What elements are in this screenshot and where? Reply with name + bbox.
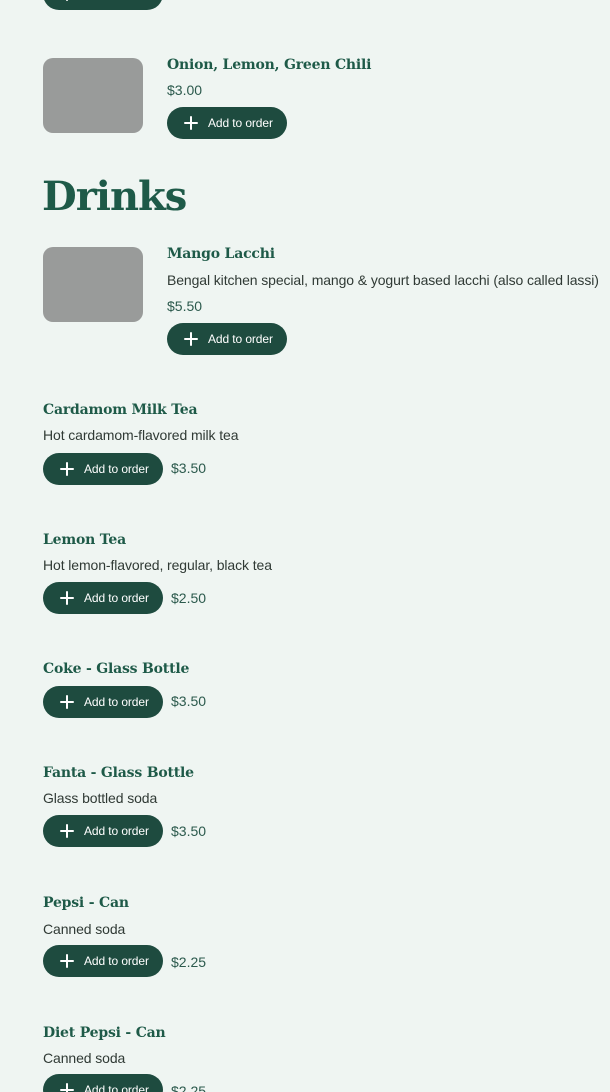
add-to-order-button[interactable]: Add to order bbox=[43, 945, 163, 977]
item-price: $3.50 bbox=[171, 823, 207, 839]
add-to-order-label: Add to order bbox=[84, 462, 149, 476]
item-description: Bengal kitchen special, mango & yogurt b… bbox=[167, 272, 599, 288]
item-price: $5.50 bbox=[167, 298, 203, 314]
add-to-order-button[interactable]: Add to order bbox=[43, 815, 163, 847]
plus-icon bbox=[60, 462, 74, 476]
add-to-order-label: Add to order bbox=[84, 954, 149, 968]
add-to-order-button[interactable]: Add to order bbox=[43, 453, 163, 485]
add-to-order-label: Add to order bbox=[84, 0, 149, 1]
add-to-order-button[interactable]: Add to order bbox=[167, 323, 287, 355]
item-description: Hot cardamom-flavored milk tea bbox=[43, 427, 239, 443]
item-name: Fanta - Glass Bottle bbox=[43, 765, 194, 781]
item-thumbnail bbox=[43, 247, 143, 322]
item-description: Canned soda bbox=[43, 921, 126, 937]
add-to-order-label: Add to order bbox=[208, 332, 273, 346]
add-to-order-button[interactable]: Add to order bbox=[167, 107, 287, 139]
section-title-drinks: Drinks bbox=[42, 173, 187, 220]
item-price: $3.50 bbox=[171, 693, 207, 709]
plus-icon bbox=[60, 695, 74, 709]
plus-icon bbox=[60, 824, 74, 838]
plus-icon bbox=[60, 0, 74, 1]
add-to-order-label: Add to order bbox=[84, 591, 149, 605]
item-name: Onion, Lemon, Green Chili bbox=[167, 57, 372, 73]
item-thumbnail bbox=[43, 58, 143, 133]
item-name: Pepsi - Can bbox=[43, 895, 129, 911]
item-name: Cardamom Milk Tea bbox=[43, 402, 198, 418]
item-price: $3.00 bbox=[167, 82, 203, 98]
add-to-order-label: Add to order bbox=[84, 824, 149, 838]
item-name: Diet Pepsi - Can bbox=[43, 1025, 166, 1041]
add-to-order-button[interactable]: Add to order bbox=[43, 1074, 163, 1092]
item-description: Glass bottled soda bbox=[43, 790, 158, 806]
item-name: Mango Lacchi bbox=[167, 246, 275, 262]
plus-icon bbox=[60, 954, 74, 968]
item-description: Hot lemon-flavored, regular, black tea bbox=[43, 557, 272, 573]
add-to-order-button[interactable]: Add to order bbox=[43, 686, 163, 718]
add-to-order-button[interactable]: Add to order bbox=[43, 0, 163, 10]
add-to-order-button[interactable]: Add to order bbox=[43, 582, 163, 614]
add-to-order-label: Add to order bbox=[208, 116, 273, 130]
add-to-order-label: Add to order bbox=[84, 1083, 149, 1092]
item-price: $2.25 bbox=[171, 1083, 207, 1092]
plus-icon bbox=[184, 332, 198, 346]
add-to-order-label: Add to order bbox=[84, 695, 149, 709]
plus-icon bbox=[60, 591, 74, 605]
plus-icon bbox=[60, 1083, 74, 1092]
plus-icon bbox=[184, 116, 198, 130]
item-description: Canned soda bbox=[43, 1050, 126, 1066]
item-price: $2.50 bbox=[171, 590, 207, 606]
item-name: Coke - Glass Bottle bbox=[43, 661, 190, 677]
item-name: Lemon Tea bbox=[43, 532, 126, 548]
item-price: $2.25 bbox=[171, 954, 207, 970]
item-price: $3.50 bbox=[171, 460, 207, 476]
